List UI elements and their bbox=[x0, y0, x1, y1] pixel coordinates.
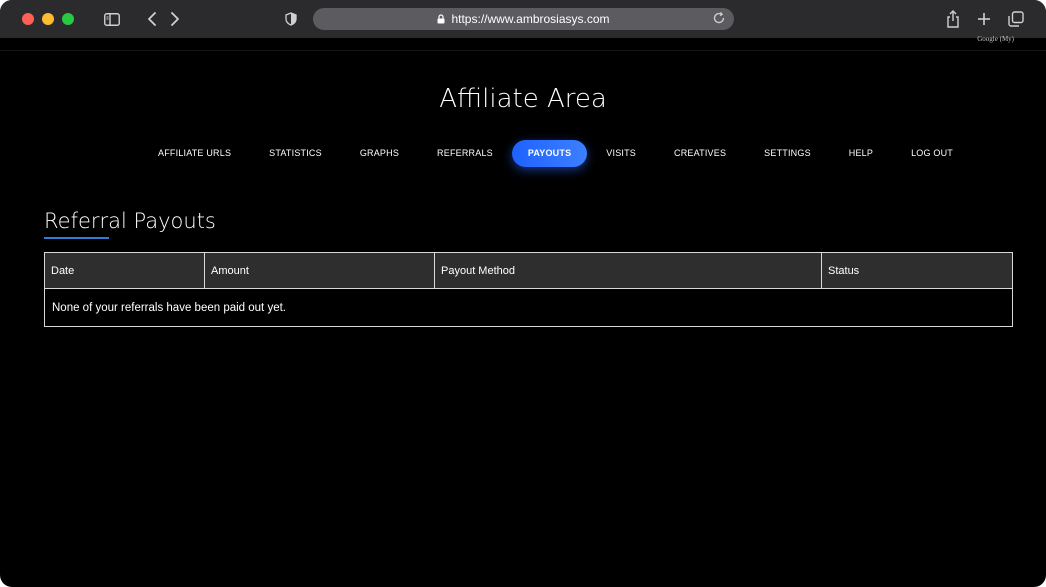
section-title: Referral Payouts bbox=[44, 209, 216, 233]
column-header-status: Status bbox=[821, 252, 1013, 289]
column-header-date: Date bbox=[44, 252, 205, 289]
nav-settings[interactable]: SETTINGS bbox=[745, 140, 830, 167]
column-header-amount: Amount bbox=[204, 252, 435, 289]
empty-message: None of your referrals have been paid ou… bbox=[44, 288, 1013, 327]
nav-help[interactable]: HELP bbox=[830, 140, 892, 167]
browser-toolbar: https://www.ambrosiasys.com bbox=[0, 0, 1046, 38]
table-header-row: Date Amount Payout Method Status bbox=[44, 252, 1013, 289]
lock-icon bbox=[437, 14, 445, 24]
nav-graphs[interactable]: GRAPHS bbox=[341, 140, 418, 167]
nav-statistics[interactable]: STATISTICS bbox=[250, 140, 341, 167]
translate-strip bbox=[0, 38, 1046, 51]
nav-referrals[interactable]: REFERRALS bbox=[418, 140, 512, 167]
zoom-window-button[interactable] bbox=[62, 13, 74, 25]
translate-badge[interactable]: Google (My) bbox=[977, 35, 1014, 43]
nav-payouts[interactable]: PAYOUTS bbox=[511, 140, 588, 167]
forward-icon[interactable] bbox=[168, 9, 182, 29]
nav-log-out[interactable]: LOG OUT bbox=[892, 140, 972, 167]
address-bar[interactable]: https://www.ambrosiasys.com bbox=[313, 8, 734, 30]
back-icon[interactable] bbox=[145, 9, 159, 29]
browser-window: https://www.ambrosiasys.com Google (My) … bbox=[0, 0, 1046, 587]
minimize-window-button[interactable] bbox=[42, 13, 54, 25]
table-row: None of your referrals have been paid ou… bbox=[44, 288, 1013, 327]
page-title: Affiliate Area bbox=[439, 84, 607, 114]
nav-visits[interactable]: VISITS bbox=[587, 140, 655, 167]
new-tab-icon[interactable] bbox=[976, 9, 992, 29]
column-header-payout-method: Payout Method bbox=[434, 252, 822, 289]
url-text: https://www.ambrosiasys.com bbox=[451, 12, 610, 26]
close-window-button[interactable] bbox=[22, 13, 34, 25]
payouts-table: Date Amount Payout Method Status None of… bbox=[44, 252, 1013, 327]
share-icon[interactable] bbox=[944, 9, 962, 29]
nav-creatives[interactable]: CREATIVES bbox=[655, 140, 745, 167]
section-underline bbox=[44, 237, 109, 239]
sidebar-toggle-icon[interactable] bbox=[103, 9, 121, 29]
reload-icon[interactable] bbox=[712, 11, 728, 27]
nav-affiliate-urls[interactable]: AFFILIATE URLS bbox=[139, 140, 250, 167]
privacy-shield-icon[interactable] bbox=[283, 9, 299, 29]
tab-overview-icon[interactable] bbox=[1007, 9, 1025, 29]
affiliate-nav: AFFILIATE URLS STATISTICS GRAPHS REFERRA… bbox=[139, 140, 972, 167]
